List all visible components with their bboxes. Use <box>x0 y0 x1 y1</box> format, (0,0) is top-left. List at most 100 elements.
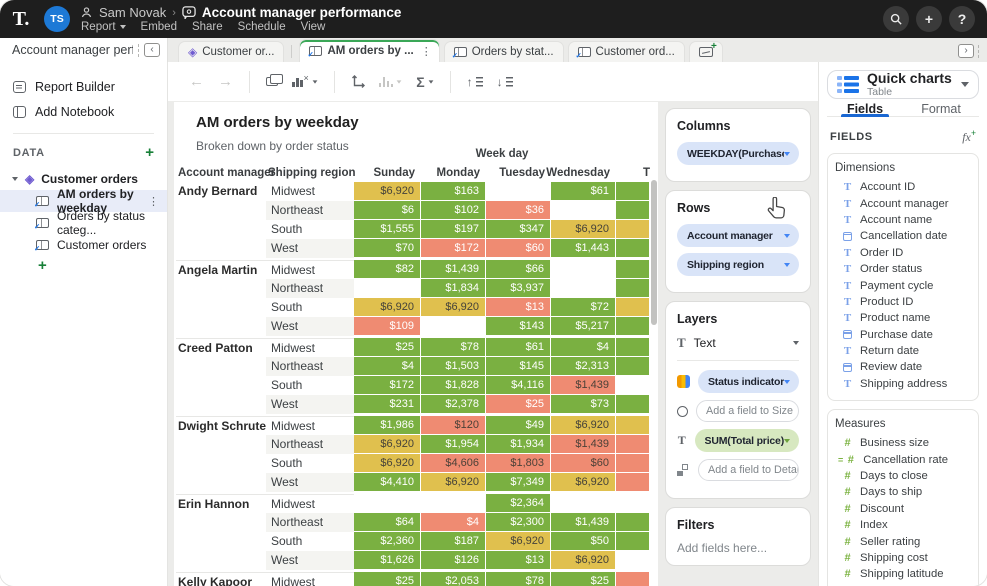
pivot-cell[interactable]: $2,360 <box>354 532 421 551</box>
pivot-cell[interactable]: $25 <box>354 572 421 586</box>
pivot-cell[interactable] <box>616 317 650 336</box>
pivot-cell[interactable]: $73 <box>551 395 616 414</box>
pivot-cell[interactable]: $2,053 <box>421 572 486 586</box>
tab-3[interactable]: Orders by stat... <box>444 41 564 62</box>
pivot-cell[interactable] <box>616 395 650 414</box>
sidebar-item-add-notebook[interactable]: Add Notebook <box>0 99 167 124</box>
item-menu-icon[interactable]: ⋮ <box>146 195 167 208</box>
field-item[interactable]: #Shipping longitude <box>835 583 971 586</box>
pivot-cell[interactable]: $120 <box>421 416 486 435</box>
layer-type-select[interactable]: T Text <box>677 335 799 361</box>
pivot-cell[interactable] <box>616 239 650 258</box>
pivot-cell[interactable] <box>616 298 650 317</box>
pivot-cell[interactable]: $1,443 <box>551 239 616 258</box>
field-drop-input[interactable]: Add a field to Detail <box>698 459 799 481</box>
pivot-cell[interactable]: $61 <box>486 338 551 357</box>
field-item[interactable]: #Days to ship <box>835 484 971 500</box>
field-item[interactable]: TAccount name <box>835 212 971 228</box>
tab-format[interactable]: Format <box>903 102 979 116</box>
add-calculated-field-button[interactable]: fx+ <box>962 128 976 145</box>
pivot-cell[interactable]: $102 <box>421 201 486 220</box>
pivot-cell[interactable]: $1,834 <box>421 279 486 298</box>
expand-panel-icon[interactable]: › <box>958 44 974 58</box>
pivot-cell[interactable]: $82 <box>354 260 421 279</box>
vertical-scrollbar[interactable] <box>651 180 657 325</box>
pivot-cell[interactable]: $4,606 <box>421 454 486 473</box>
field-item[interactable]: TReturn date <box>835 343 971 359</box>
field-pill[interactable]: WEEKDAY(Purchase date) <box>677 142 799 165</box>
sort-descending-button[interactable]: ↓ <box>490 69 520 95</box>
pivot-cell[interactable] <box>616 220 650 239</box>
tab-fields[interactable]: Fields <box>827 102 903 116</box>
pivot-cell[interactable]: $49 <box>486 416 551 435</box>
pivot-cell[interactable]: $6,920 <box>551 473 616 492</box>
pivot-cell[interactable]: $6,920 <box>354 435 421 454</box>
pivot-cell[interactable]: $3,937 <box>486 279 551 298</box>
pivot-cell[interactable]: $6,920 <box>354 182 421 201</box>
pivot-cell[interactable]: $25 <box>354 338 421 357</box>
pivot-cell[interactable]: $6,920 <box>551 416 616 435</box>
field-item[interactable]: Cancellation date <box>835 228 971 244</box>
pivot-cell[interactable]: $4,410 <box>354 473 421 492</box>
pivot-cell[interactable] <box>616 494 650 513</box>
pivot-cell[interactable]: $50 <box>551 532 616 551</box>
field-drop-input[interactable]: Add a field to Size <box>696 400 799 422</box>
pivot-cell[interactable]: $4 <box>551 338 616 357</box>
pivot-cell[interactable]: $1,439 <box>551 376 616 395</box>
sidebar-item-report-builder[interactable]: Report Builder <box>0 74 167 99</box>
tab-2[interactable]: AM orders by ...⋮ <box>299 39 439 62</box>
field-pill[interactable]: Shipping region <box>677 253 799 276</box>
pivot-cell[interactable] <box>421 317 486 336</box>
pivot-cell[interactable]: $1,439 <box>551 435 616 454</box>
pivot-cell[interactable]: $70 <box>354 239 421 258</box>
pivot-cell[interactable]: $1,954 <box>421 435 486 454</box>
pivot-cell[interactable]: $1,986 <box>354 416 421 435</box>
pivot-cell[interactable]: $64 <box>354 513 421 532</box>
pivot-cell[interactable] <box>616 338 650 357</box>
pivot-cell[interactable] <box>616 279 650 298</box>
field-item[interactable]: Review date <box>835 359 971 375</box>
pivot-cell[interactable]: $172 <box>354 376 421 395</box>
pivot-cell[interactable] <box>616 416 650 435</box>
pivot-cell[interactable]: $6,920 <box>551 220 616 239</box>
new-tab-button[interactable] <box>689 41 723 62</box>
field-item[interactable]: #Days to close <box>835 468 971 484</box>
field-pill[interactable]: SUM(Total price) <box>695 429 799 452</box>
chevron-down-icon[interactable] <box>784 234 790 238</box>
pivot-cell[interactable] <box>616 473 650 492</box>
remove-chart-button[interactable]: × <box>285 69 325 95</box>
pivot-cell[interactable]: $25 <box>551 572 616 586</box>
field-item[interactable]: #Index <box>835 517 971 533</box>
sort-ascending-button[interactable]: ↑ <box>460 69 490 95</box>
pivot-cell[interactable]: $72 <box>551 298 616 317</box>
field-item[interactable]: =#Cancellation rate <box>835 451 971 467</box>
pivot-cell[interactable]: $126 <box>421 551 486 570</box>
pivot-cell[interactable]: $6,920 <box>354 298 421 317</box>
pivot-cell[interactable] <box>354 494 421 513</box>
pivot-cell[interactable]: $1,828 <box>421 376 486 395</box>
pivot-cell[interactable]: $66 <box>486 260 551 279</box>
field-item[interactable]: TAccount manager <box>835 195 971 211</box>
add-sheet-button[interactable]: + <box>38 260 47 272</box>
field-item[interactable]: #Shipping latitude <box>835 566 971 582</box>
pivot-cell[interactable]: $78 <box>486 572 551 586</box>
pivot-cell[interactable]: $2,300 <box>486 513 551 532</box>
pivot-cell[interactable]: $2,364 <box>486 494 551 513</box>
field-item[interactable]: Purchase date <box>835 327 971 343</box>
app-logo-icon[interactable]: T. <box>8 6 34 32</box>
pivot-cell[interactable] <box>354 279 421 298</box>
field-item[interactable]: TProduct name <box>835 310 971 326</box>
pivot-cell[interactable]: $13 <box>486 551 551 570</box>
pivot-cell[interactable]: $347 <box>486 220 551 239</box>
pivot-cell[interactable]: $2,378 <box>421 395 486 414</box>
add-button[interactable]: + <box>916 6 942 32</box>
pivot-cell[interactable]: $1,439 <box>551 513 616 532</box>
pivot-cell[interactable]: $143 <box>486 317 551 336</box>
pivot-cell[interactable]: $13 <box>486 298 551 317</box>
filters-drop-zone[interactable]: Add fields here... <box>677 541 799 555</box>
histogram-button[interactable] <box>372 69 410 95</box>
field-item[interactable]: TAccount ID <box>835 179 971 195</box>
tree-item-2[interactable]: Orders by status categ... <box>0 212 167 234</box>
pivot-cell[interactable]: $231 <box>354 395 421 414</box>
pivot-cell[interactable]: $1,503 <box>421 357 486 376</box>
